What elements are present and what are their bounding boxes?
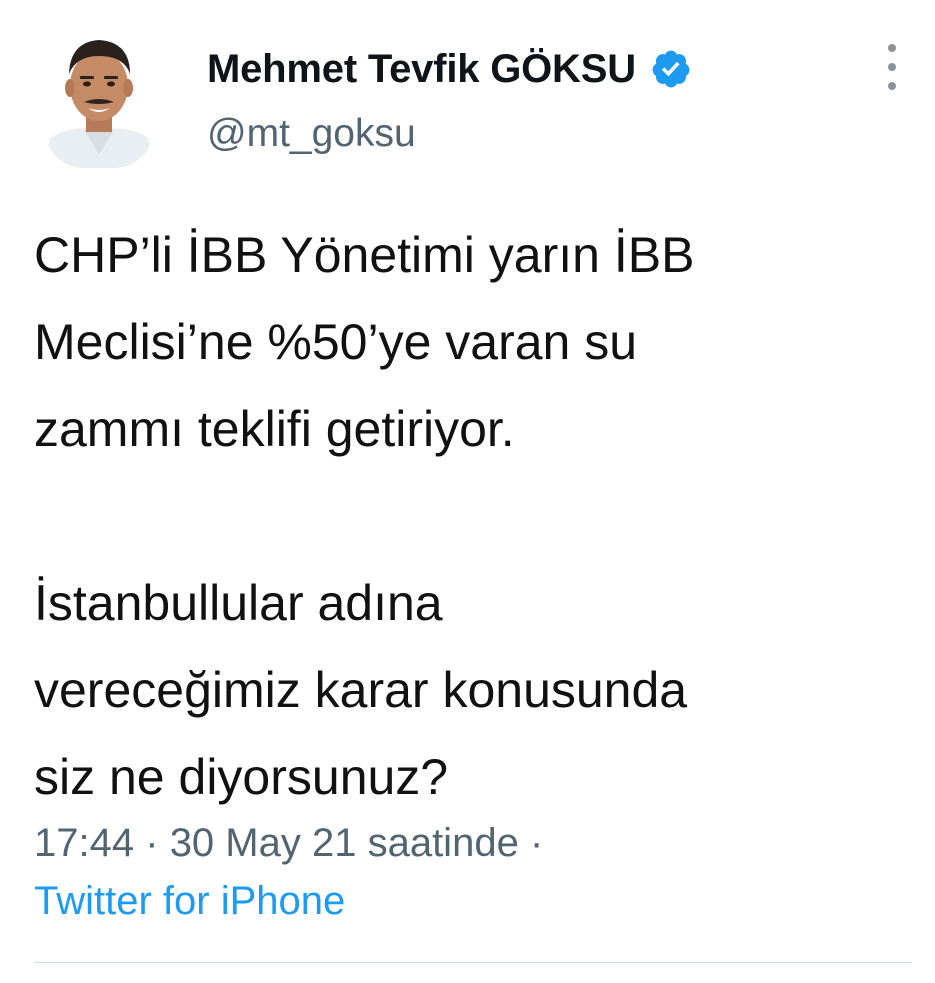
more-vertical-icon-dot (888, 63, 896, 71)
tweet-line: vereceğimiz karar konusunda (34, 662, 688, 718)
meta-separator: · (145, 821, 159, 865)
verified-badge-icon (652, 50, 690, 88)
tweet-text: CHP’li İBB Yönetimi yarın İBB Meclisi’ne… (34, 212, 914, 821)
meta-separator: · (529, 821, 544, 865)
display-name[interactable]: Mehmet Tevfik GÖKSU (207, 47, 636, 92)
tweet-line: zammı teklifi getiriyor. (34, 401, 515, 457)
tweet-card: Mehmet Tevfik GÖKSU @mt_goksu CHP’li İBB… (0, 0, 935, 983)
more-vertical-icon (888, 44, 896, 52)
divider (34, 962, 912, 963)
avatar-image (44, 26, 154, 168)
tweet-line: Meclisi’ne %50’ye varan su (34, 314, 638, 370)
user-handle[interactable]: @mt_goksu (207, 112, 416, 156)
tweet-time[interactable]: 17:44 (34, 821, 134, 865)
more-vertical-icon-dot (888, 82, 896, 90)
tweet-line: siz ne diyorsunuz? (34, 749, 449, 805)
tweet-meta: 17:44 · 30 May 21 saatinde · (34, 814, 543, 872)
tweet-line-blank (34, 473, 914, 560)
tweet-line: İstanbullular adına (34, 575, 443, 631)
tweet-source-link[interactable]: Twitter for iPhone (34, 872, 345, 930)
more-options-button[interactable] (876, 44, 908, 90)
tweet-line: CHP’li İBB Yönetimi yarın İBB (34, 227, 695, 283)
display-name-row: Mehmet Tevfik GÖKSU (207, 44, 692, 94)
tweet-header: Mehmet Tevfik GÖKSU @mt_goksu (0, 0, 935, 180)
avatar[interactable] (44, 26, 154, 168)
tweet-date[interactable]: 30 May 21 saatinde (170, 821, 519, 865)
